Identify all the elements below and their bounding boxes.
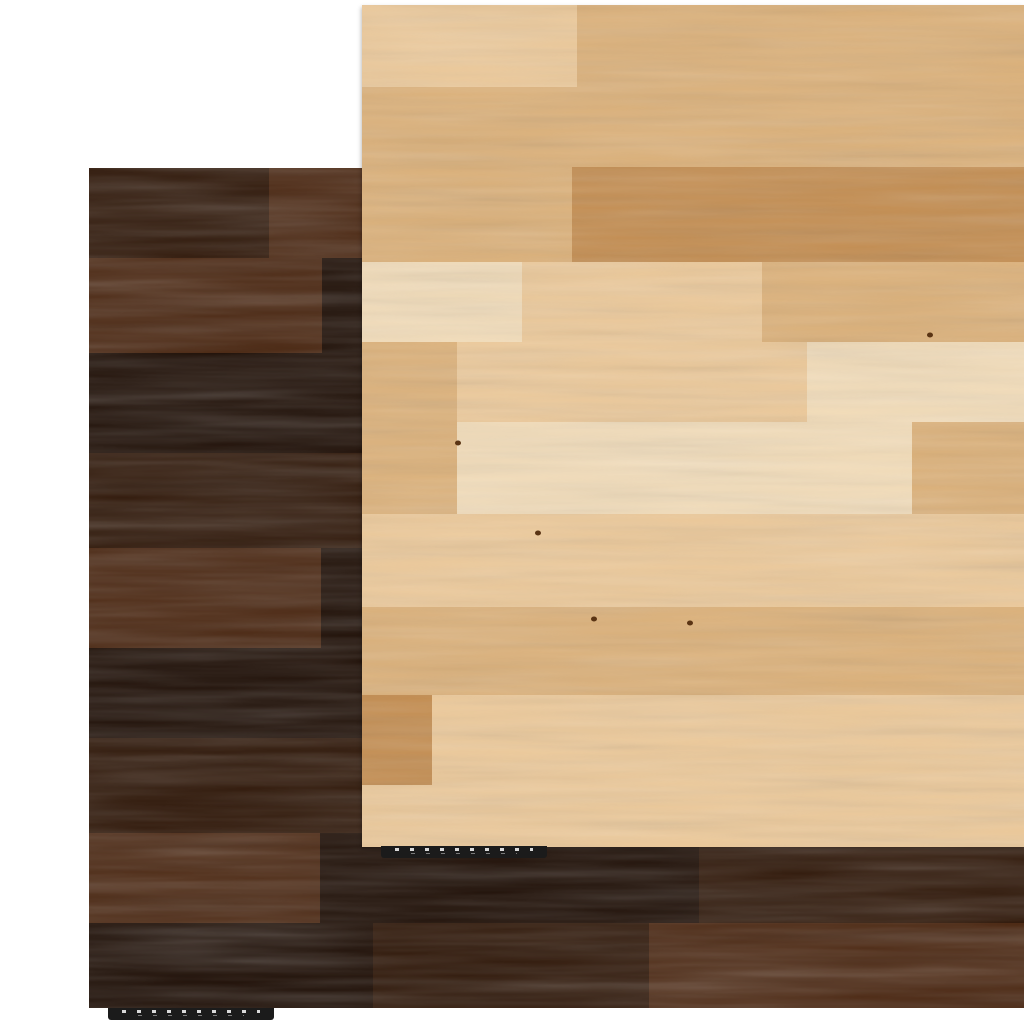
wood-knot [535, 530, 541, 536]
light-wood-swatch [362, 5, 1024, 847]
light-wood-texture [362, 5, 1024, 847]
wood-knot [927, 332, 933, 338]
product-image [0, 0, 1024, 1024]
wood-knot [687, 620, 693, 626]
tag-fine-print [138, 1015, 244, 1016]
tag-fine-print [411, 853, 517, 854]
tag-marking [395, 848, 533, 851]
tag-marking [122, 1010, 260, 1013]
wood-knot [455, 440, 461, 446]
dark-swatch-label-tag [108, 1008, 274, 1020]
wood-knot [591, 616, 597, 622]
light-swatch-label-tag [381, 846, 547, 858]
